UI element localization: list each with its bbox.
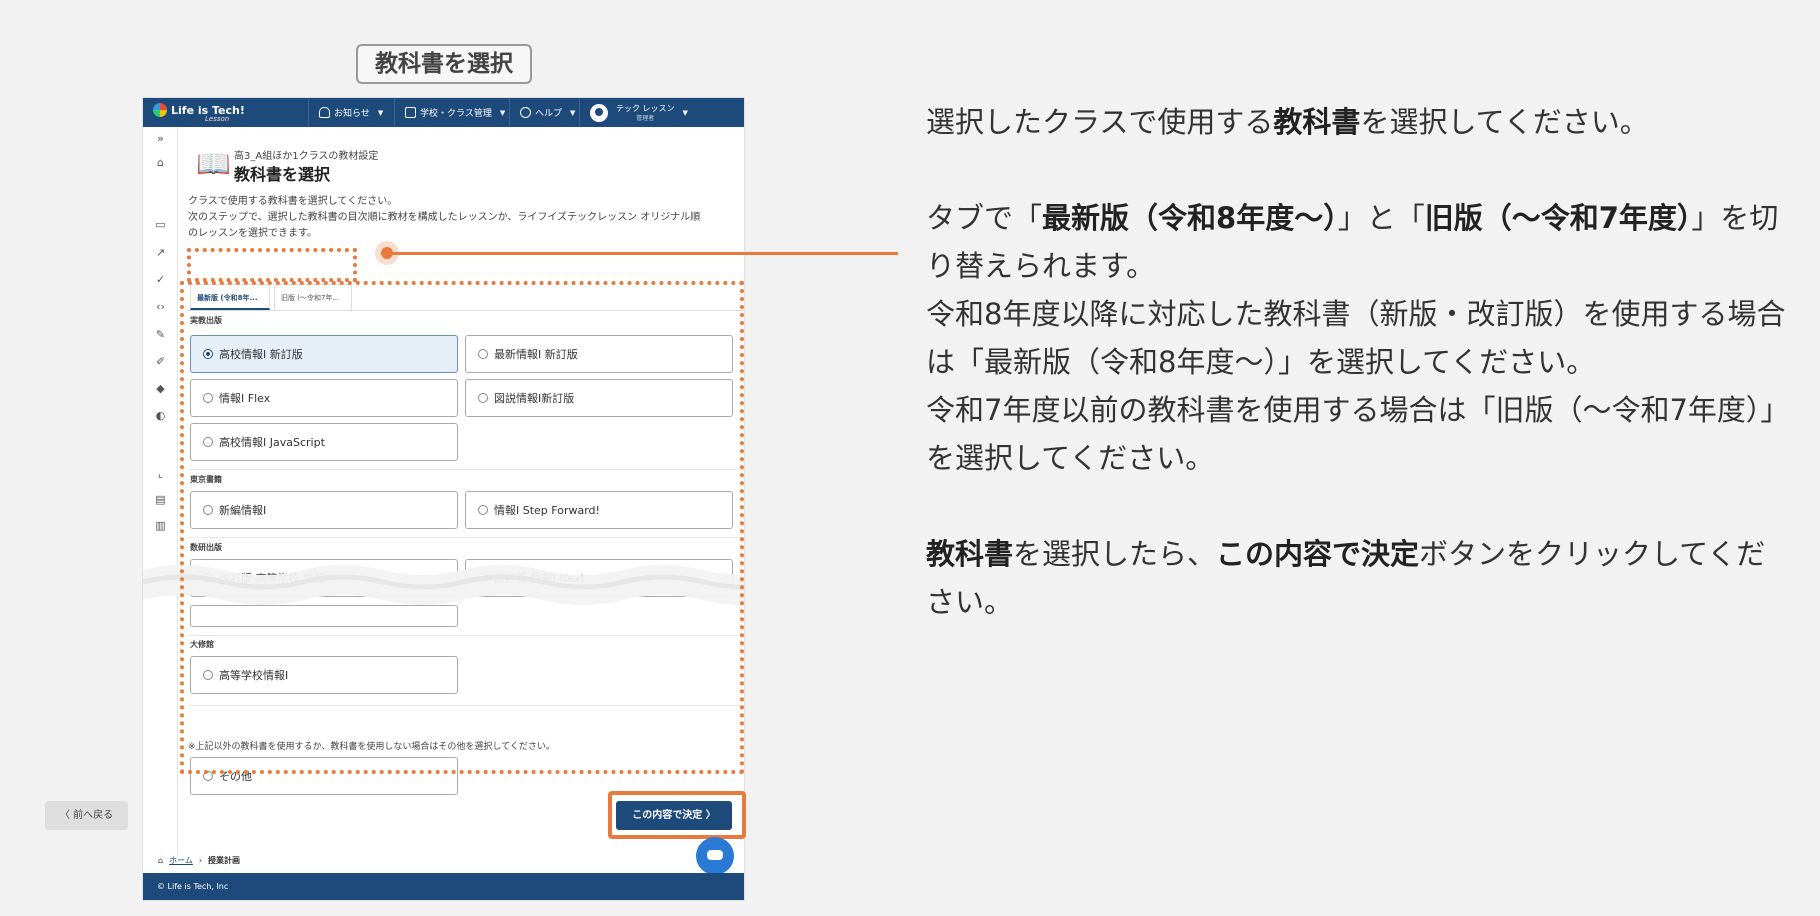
- caret-down-icon: ▼: [682, 108, 688, 117]
- page-subtitle: 高3_A組ほか1クラスの教材設定: [234, 151, 379, 162]
- breadcrumb-current: 授業計画: [208, 856, 241, 865]
- nav-notice-label: お知らせ: [334, 109, 370, 119]
- help-icon: [520, 107, 531, 118]
- logo[interactable]: Life is Tech!: [153, 103, 245, 117]
- caret-down-icon: ▼: [570, 108, 576, 117]
- confirm-button[interactable]: この内容で決定 〉: [616, 801, 732, 830]
- desc-line: クラスで使用する教科書を選択してください。: [188, 196, 398, 207]
- desc-line: 次のステップで、選択した教科書の目次順に教材を構成したレッスンか、ライフイズテッ…: [188, 212, 701, 223]
- logo-mark-icon: [153, 103, 167, 117]
- nav-user[interactable]: テック レッスン 管理者 ▼: [579, 98, 744, 127]
- page-title: 教科書を選択: [234, 165, 331, 184]
- building-icon: [405, 107, 416, 118]
- step-label: 教科書を選択: [356, 44, 532, 84]
- home-icon[interactable]: ⌂: [154, 157, 167, 168]
- edit-icon[interactable]: ✐: [154, 356, 167, 367]
- logo-sub: Lesson: [205, 115, 230, 123]
- monitor-icon[interactable]: ▭: [154, 219, 167, 230]
- code-icon[interactable]: ‹›: [154, 301, 167, 312]
- bell-icon: [319, 107, 330, 118]
- instructions: 選択したクラスで使用する教科書を選択してください。 タブで「最新版（令和8年度〜…: [926, 98, 1786, 674]
- instruction-paragraph: 教科書を選択したら、この内容で決定ボタンをクリックしてください。: [926, 537, 1766, 619]
- nav-help-label: ヘルプ: [535, 109, 563, 119]
- options-highlight: [180, 281, 744, 774]
- logo-text: Life is Tech!: [171, 103, 245, 117]
- callout-dot: [375, 241, 399, 265]
- caret-down-icon: ▼: [377, 108, 384, 117]
- palette-icon[interactable]: ◐: [154, 410, 167, 421]
- chevron-right-icon: ›: [198, 856, 203, 865]
- desc-line: のレッスンを選択できます。: [188, 228, 317, 239]
- instruction-paragraph: タブで「最新版（令和8年度〜）」と「旧版（〜令和7年度）」を切り替えられます。令…: [926, 201, 1786, 475]
- breadcrumb: ⌂ ホーム › 授業計画: [158, 855, 240, 866]
- topbar: Life is Tech! Lesson お知らせ ▼ 学校・クラス管理 ▼ ヘ…: [143, 98, 744, 127]
- document-icon[interactable]: ▤: [154, 494, 167, 505]
- chart-icon[interactable]: ⌞: [154, 468, 167, 479]
- user-role: 管理者: [636, 114, 655, 122]
- python-icon[interactable]: ◆: [154, 383, 167, 394]
- avatar-icon: [590, 103, 608, 122]
- trend-icon[interactable]: ↗: [154, 247, 167, 258]
- sidebar: » ⌂ ▭ ↗ ✓ ‹› ✎ ✐ ◆ ◐ ⌞ ▤ ▥: [143, 127, 178, 855]
- footer: © Life is Tech, Inc: [143, 873, 744, 900]
- user-info: テック レッスン 管理者: [616, 104, 675, 122]
- book-icon: 📖: [196, 147, 231, 180]
- callout-line: [384, 252, 898, 255]
- nav-help[interactable]: ヘルプ ▼: [509, 98, 579, 127]
- nav-notice[interactable]: お知らせ ▼: [308, 98, 394, 127]
- nav-school[interactable]: 学校・クラス管理 ▼: [394, 98, 509, 127]
- pencil-icon[interactable]: ✎: [154, 329, 167, 340]
- home-icon: ⌂: [158, 856, 164, 865]
- tabs-highlight: [187, 248, 357, 282]
- page-description: クラスで使用する教科書を選択してください。 次のステップで、選択した教科書の目次…: [188, 194, 740, 242]
- nav-school-label: 学校・クラス管理: [420, 109, 492, 119]
- back-button[interactable]: 〈 前へ戻る: [45, 801, 128, 830]
- user-name: テック レッスン: [616, 103, 675, 113]
- breadcrumb-home[interactable]: ホーム: [169, 855, 193, 866]
- expand-icon[interactable]: »: [154, 133, 167, 144]
- clipboard-icon[interactable]: ▥: [154, 520, 167, 531]
- check-icon[interactable]: ✓: [154, 274, 167, 285]
- chat-button[interactable]: [696, 837, 734, 875]
- caret-down-icon: ▼: [499, 108, 506, 117]
- instruction-paragraph: 選択したクラスで使用する教科書を選択してください。: [926, 105, 1649, 139]
